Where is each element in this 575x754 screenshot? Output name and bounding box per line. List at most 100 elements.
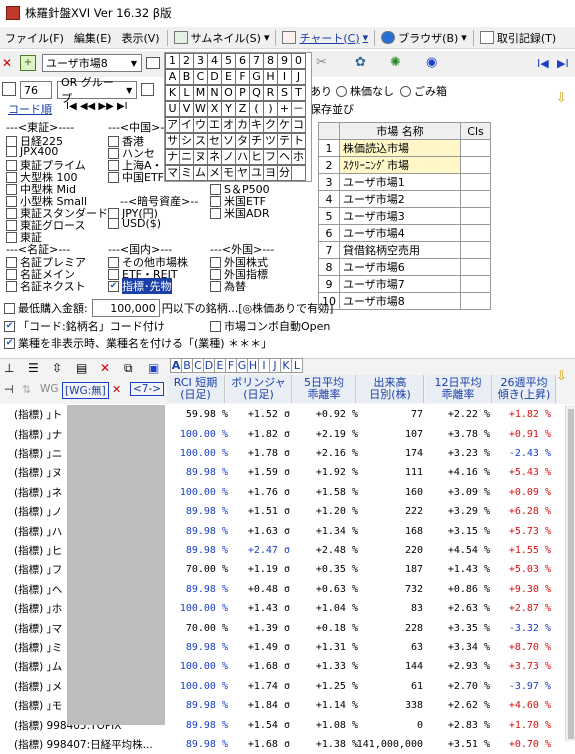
market-row[interactable]: 2 ｽｸﾘｰﾆﾝｸﾞ市場 bbox=[318, 156, 491, 174]
image-icon[interactable]: ▣ bbox=[148, 361, 159, 375]
trash-radio[interactable]: ごみ箱 bbox=[400, 83, 447, 99]
keypad-key[interactable]: ツ bbox=[263, 133, 278, 149]
tools-icon[interactable]: ✂ bbox=[316, 55, 327, 70]
keypad-key[interactable]: W bbox=[193, 101, 208, 117]
alpha-tab[interactable]: L bbox=[291, 358, 303, 373]
keypad-key[interactable]: ノ bbox=[221, 149, 236, 165]
market-combo-auto-checkbox[interactable] bbox=[210, 320, 221, 332]
stock-price-none-radio[interactable]: 株価なし bbox=[336, 83, 394, 99]
remove-icon[interactable]: ✕ bbox=[112, 383, 121, 396]
keypad-key[interactable]: シ bbox=[179, 133, 194, 149]
keypad-key[interactable]: コ bbox=[291, 117, 306, 133]
wand-icon[interactable]: ✺ bbox=[390, 55, 401, 70]
keypad-key[interactable]: ホ bbox=[291, 149, 306, 165]
keypad-key[interactable]: キ bbox=[249, 117, 264, 133]
keypad-key[interactable]: C bbox=[193, 69, 208, 85]
filter-checkbox[interactable] bbox=[6, 146, 17, 157]
keypad-key[interactable]: 2 bbox=[179, 53, 194, 69]
keypad-key[interactable]: ト bbox=[291, 133, 306, 149]
list-icon[interactable]: ☰ bbox=[28, 361, 39, 375]
market-combo[interactable]: ユーザ市場8 ▼ bbox=[42, 54, 142, 72]
keypad-key[interactable]: I bbox=[277, 69, 292, 85]
keypad-key[interactable]: ク bbox=[263, 117, 278, 133]
column-header[interactable]: ボリンジャ (日足) bbox=[226, 375, 292, 403]
keypad-key[interactable]: ミ bbox=[179, 165, 194, 181]
keypad-key[interactable]: ヤ bbox=[235, 165, 250, 181]
column-header[interactable]: 26週平均 傾き(上昇) bbox=[493, 375, 556, 403]
market-row[interactable]: 6 ユーザ市場4 bbox=[318, 224, 491, 242]
keypad-key[interactable]: ユ bbox=[249, 165, 264, 181]
keypad-key[interactable]: フ bbox=[263, 149, 278, 165]
keypad-key[interactable]: A bbox=[165, 69, 180, 85]
scrollbar-thumb[interactable] bbox=[568, 409, 574, 739]
market-row[interactable]: 9 ユーザ市場7 bbox=[318, 275, 491, 293]
browser-menu[interactable]: ブラウザ(B) ▾ bbox=[377, 30, 471, 46]
min-purchase-checkbox[interactable] bbox=[4, 302, 15, 314]
keypad-key[interactable]: ハ bbox=[235, 149, 250, 165]
keypad-key[interactable]: テ bbox=[277, 133, 292, 149]
keypad-key[interactable]: ネ bbox=[207, 149, 222, 165]
keypad-key[interactable]: ( bbox=[249, 101, 264, 117]
keypad-key[interactable]: ) bbox=[263, 101, 278, 117]
min-purchase-input[interactable]: 100,000 bbox=[91, 299, 160, 317]
pin-icon[interactable]: ⊣ bbox=[4, 383, 14, 396]
keypad-key[interactable]: メ bbox=[207, 165, 222, 181]
keypad-key[interactable]: マ bbox=[165, 165, 180, 181]
keypad-key[interactable] bbox=[291, 165, 306, 181]
export-icon[interactable]: ⧉ bbox=[124, 361, 133, 376]
keypad-key[interactable]: ス bbox=[193, 133, 208, 149]
keypad-key[interactable]: モ bbox=[221, 165, 236, 181]
download-icon[interactable]: ⇩ bbox=[556, 369, 567, 384]
keypad-key[interactable]: 9 bbox=[277, 53, 292, 69]
market-row[interactable]: 5 ユーザ市場3 bbox=[318, 207, 491, 225]
keypad-key[interactable]: Q bbox=[249, 85, 264, 101]
keypad-key[interactable]: 6 bbox=[235, 53, 250, 69]
settings-icon[interactable]: ✿ bbox=[355, 55, 366, 70]
first-page-icon[interactable]: I◀ bbox=[537, 57, 549, 70]
market-row[interactable]: 8 ユーザ市場6 bbox=[318, 258, 491, 276]
market-row[interactable]: 10 ユーザ市場8 bbox=[318, 292, 491, 310]
keypad-key[interactable]: ヘ bbox=[277, 149, 292, 165]
keypad-key[interactable]: ヨ bbox=[263, 165, 278, 181]
column-header[interactable]: 出来高 日別(株) bbox=[357, 375, 424, 403]
keypad-key[interactable]: K bbox=[165, 85, 180, 101]
market-row[interactable]: 3 ユーザ市場1 bbox=[318, 173, 491, 191]
keypad-key[interactable]: ソ bbox=[221, 133, 236, 149]
keypad-key[interactable]: X bbox=[207, 101, 222, 117]
keypad-key[interactable]: ヌ bbox=[193, 149, 208, 165]
keypad-key[interactable]: セ bbox=[207, 133, 222, 149]
column-range-button[interactable]: <7-> bbox=[130, 382, 165, 396]
keypad-key[interactable]: H bbox=[263, 69, 278, 85]
keypad-key[interactable]: U bbox=[165, 101, 180, 117]
sort-icon[interactable]: ⊥ bbox=[4, 361, 14, 375]
keypad-key[interactable]: 4 bbox=[207, 53, 222, 69]
market-row[interactable]: 1 株価読込市場 bbox=[318, 139, 491, 157]
menu-edit[interactable]: 編集(E) bbox=[69, 30, 117, 46]
keypad-key[interactable]: + bbox=[277, 101, 292, 117]
keypad-key[interactable]: J bbox=[291, 69, 306, 85]
keypad-key[interactable]: サ bbox=[165, 133, 180, 149]
menu-view[interactable]: 表示(V) bbox=[116, 30, 164, 46]
keypad-key[interactable]: T bbox=[291, 85, 306, 101]
keypad-key[interactable]: G bbox=[249, 69, 264, 85]
group-combo[interactable]: OR グループ ▼ bbox=[57, 76, 137, 105]
keypad-key[interactable]: 5 bbox=[221, 53, 236, 69]
filter-icon[interactable]: ⇳ bbox=[52, 361, 62, 375]
keypad-key[interactable]: R bbox=[263, 85, 278, 101]
keypad-key[interactable]: ナ bbox=[165, 149, 180, 165]
keypad-key[interactable]: L bbox=[179, 85, 194, 101]
filter-checkbox[interactable] bbox=[210, 280, 221, 292]
thumbnail-menu[interactable]: サムネイル(S) ▾ bbox=[170, 30, 274, 46]
refresh-icon[interactable] bbox=[2, 82, 16, 96]
keypad-key[interactable]: 1 bbox=[165, 53, 180, 69]
keypad-key[interactable]: ヒ bbox=[249, 149, 264, 165]
keypad-key[interactable]: B bbox=[179, 69, 194, 85]
column-header[interactable]: 12日平均 乖離率 bbox=[425, 375, 492, 403]
keypad-key[interactable]: M bbox=[193, 85, 208, 101]
keypad-key[interactable]: チ bbox=[249, 133, 264, 149]
record-nav[interactable]: I◀ ◀◀ ▶▶ ▶I bbox=[66, 101, 128, 112]
add-icon[interactable]: + bbox=[20, 55, 36, 71]
keypad-key[interactable]: 0 bbox=[291, 53, 306, 69]
sort-code-input[interactable]: 76 bbox=[20, 81, 52, 99]
keypad-key[interactable]: D bbox=[207, 69, 222, 85]
